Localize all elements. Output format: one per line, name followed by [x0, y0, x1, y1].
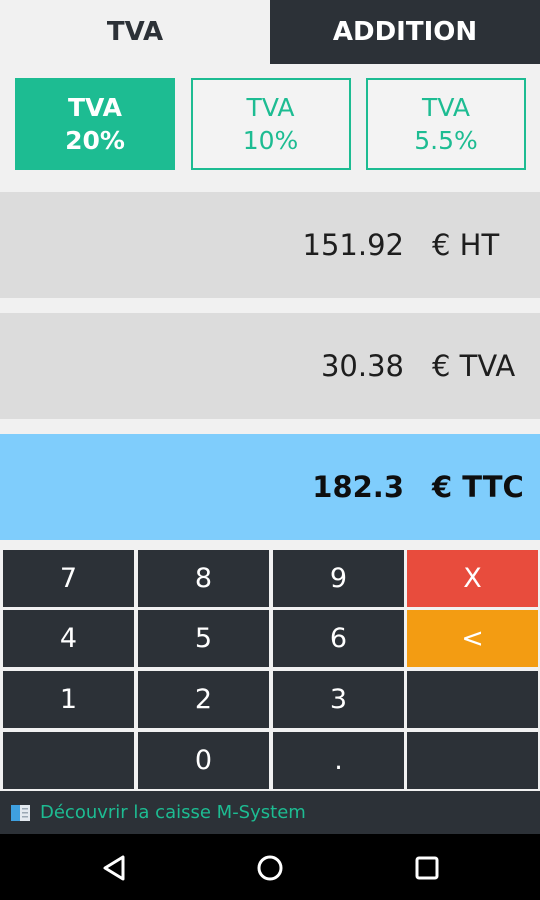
rate-selector: TVA 20% TVA 10% TVA 5.5%	[15, 78, 526, 170]
key-5[interactable]: 5	[138, 610, 269, 667]
tab-tva-label: TVA	[106, 17, 164, 47]
ttc-value: 182.3	[312, 470, 404, 504]
rate-label: TVA	[67, 93, 123, 122]
key-label: 9	[329, 563, 348, 594]
key-label: 1	[59, 684, 78, 715]
tva-value: 30.38	[320, 349, 404, 383]
key-0[interactable]: 0	[138, 732, 269, 789]
key-label: 6	[329, 623, 348, 654]
ht-value: 151.92	[302, 228, 404, 262]
book-icon	[10, 803, 32, 823]
key-9[interactable]: 9	[273, 550, 404, 607]
key-label: 7	[59, 563, 78, 594]
key-label: <	[461, 623, 484, 654]
tab-addition[interactable]: ADDITION	[270, 0, 540, 64]
key-4[interactable]: 4	[3, 610, 134, 667]
key-3[interactable]: 3	[273, 671, 404, 728]
key-label: 3	[329, 684, 348, 715]
rate-button-20[interactable]: TVA 20%	[15, 78, 175, 170]
tab-bar: TVA ADDITION	[0, 0, 540, 64]
key-7[interactable]: 7	[3, 550, 134, 607]
rate-label: TVA	[246, 93, 295, 122]
rate-button-5-5[interactable]: TVA 5.5%	[366, 78, 526, 170]
ht-row[interactable]: 151.92 € HT	[0, 192, 540, 298]
tva-unit: € TVA	[432, 349, 516, 383]
key-blank[interactable]	[407, 732, 538, 789]
tab-addition-label: ADDITION	[332, 17, 478, 47]
backspace-button[interactable]: <	[407, 610, 538, 667]
key-decimal[interactable]: .	[273, 732, 404, 789]
key-blank[interactable]	[407, 671, 538, 728]
recents-square-icon[interactable]	[407, 848, 447, 888]
key-label: 4	[59, 623, 78, 654]
rate-value: 10%	[242, 126, 299, 155]
key-blank[interactable]	[3, 732, 134, 789]
rate-value: 20%	[65, 126, 125, 155]
key-label: X	[463, 563, 482, 594]
tab-tva[interactable]: TVA	[0, 0, 270, 64]
ttc-row[interactable]: 182.3 € TTC	[0, 434, 540, 540]
key-1[interactable]: 1	[3, 671, 134, 728]
key-8[interactable]: 8	[138, 550, 269, 607]
rate-label: TVA	[422, 93, 470, 122]
promo-link[interactable]: Découvrir la caisse M-System	[40, 802, 306, 823]
home-circle-icon[interactable]	[250, 848, 290, 888]
ttc-unit: € TTC	[432, 470, 524, 504]
key-label: 8	[194, 563, 213, 594]
promo-banner[interactable]: Découvrir la caisse M-System	[0, 791, 540, 834]
rate-button-10[interactable]: TVA 10%	[190, 78, 351, 170]
system-nav-bar	[0, 834, 540, 900]
key-2[interactable]: 2	[138, 671, 269, 728]
clear-button[interactable]: X	[407, 550, 538, 607]
key-label: .	[334, 745, 343, 776]
tva-row[interactable]: 30.38 € TVA	[0, 313, 540, 419]
key-label: 5	[194, 623, 213, 654]
rate-value: 5.5%	[414, 126, 478, 155]
key-label: 0	[194, 745, 213, 776]
back-triangle-icon[interactable]	[94, 848, 134, 888]
key-6[interactable]: 6	[273, 610, 404, 667]
ht-unit: € HT	[432, 228, 500, 262]
key-label: 2	[194, 684, 213, 715]
keypad: 7 8 9 X 4 5 6 < 1 2 3 0 .	[0, 547, 540, 791]
